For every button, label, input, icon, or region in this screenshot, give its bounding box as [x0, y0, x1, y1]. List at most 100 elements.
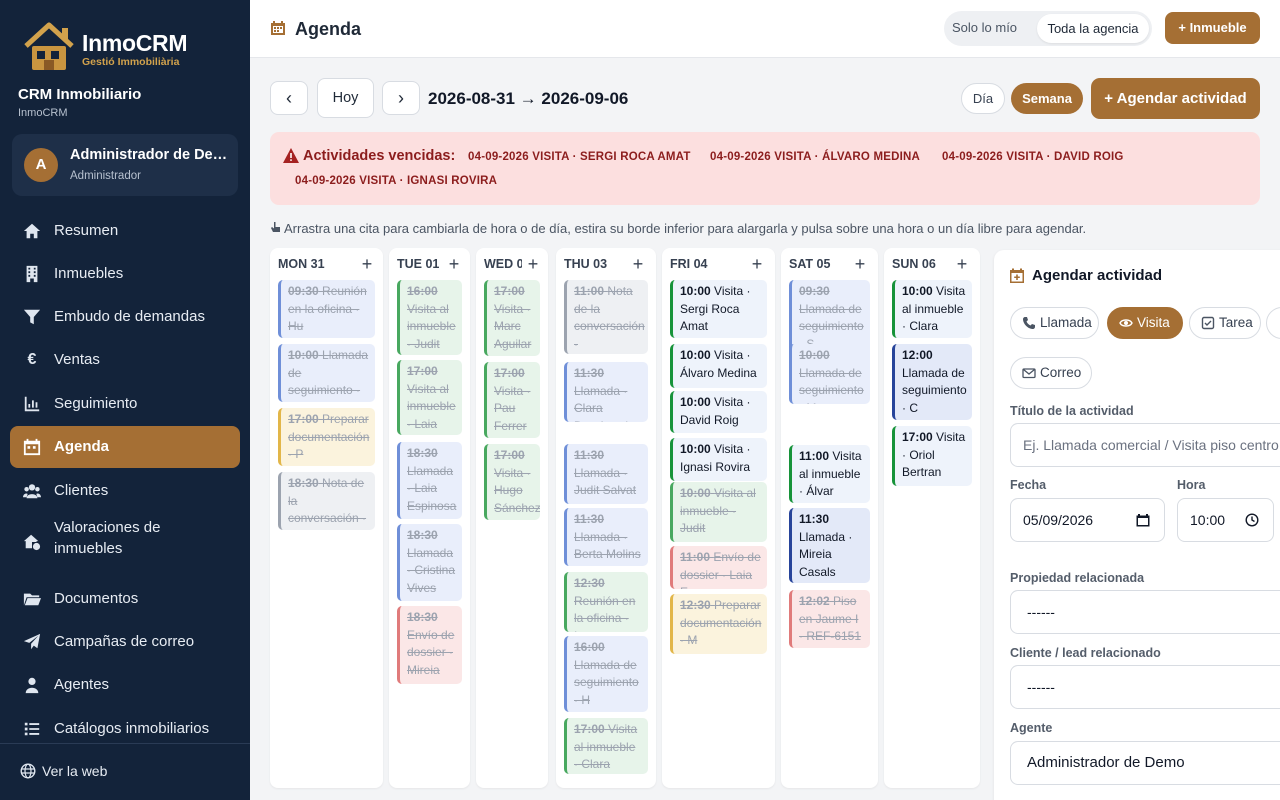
agent-label: Agente [1010, 721, 1053, 735]
sidebar-item-agenda[interactable]: Agenda [10, 426, 240, 468]
calendar-event[interactable]: 12:02 Piso en Jaume I · REF-6151 [789, 590, 870, 648]
calendar-event[interactable]: 10:00 Visita · Ignasi Rovira [670, 438, 767, 481]
type-correo-button[interactable]: Correo [1010, 357, 1092, 389]
activity-title-input[interactable]: Ej. Llamada comercial / Visita piso cent… [1010, 423, 1280, 467]
day-column[interactable]: THU 03 +11:00 Nota de la conversación · 11… [556, 248, 656, 788]
today-button[interactable]: Hoy [317, 78, 374, 118]
event-time: 10:00 [288, 348, 319, 362]
property-select[interactable]: ------ [1010, 590, 1280, 634]
calendar-event[interactable]: 10:00 Llamada de seguimiento · C [278, 344, 375, 402]
calendar-event[interactable]: 10:00 Visita · Sergi Roca Amat [670, 280, 767, 338]
calendar-event[interactable]: 12:30 Preparar documentación · M [670, 594, 767, 654]
calendar-event[interactable]: 10:00 Visita al inmueble · Clara [892, 280, 972, 338]
sidebar-item-clientes[interactable]: Clientes [10, 470, 240, 512]
calendar-event[interactable]: 12:00 Llamada de seguimiento · C [892, 344, 972, 420]
calendar-event[interactable]: 10:00 Visita · David Roig [670, 391, 767, 433]
user-card[interactable]: A Administrador de Demo Administrador [12, 134, 238, 196]
add-event-plus-icon[interactable]: + [953, 255, 971, 273]
type-llamada-button[interactable]: Llamada [1010, 307, 1099, 339]
calendar-event[interactable]: 09:30 Llamada de seguimiento · S [789, 280, 870, 354]
view-website-link[interactable]: Ver la web [0, 743, 250, 800]
client-select[interactable]: ------ [1010, 665, 1280, 709]
day-column[interactable]: WED 02+17:00 Visita · Marc Aguilar17:00 … [476, 248, 548, 788]
calendar-event[interactable]: 17:00 Visita al inmueble · Laia [397, 360, 462, 435]
sidebar-item-ventas[interactable]: € Ventas [10, 339, 240, 381]
overdue-item[interactable]: 04-09-2026 VISITA · DAVID ROIG [942, 151, 1124, 163]
sidebar-item-embudo[interactable]: Embudo de demandas [10, 296, 240, 338]
schedule-activity-button[interactable]: + Agendar actividad [1091, 78, 1260, 119]
date-label: Fecha [1010, 478, 1047, 492]
day-column[interactable]: MON 31 +09:30 Reunión en la oficina · Hu 1… [270, 248, 383, 788]
day-column[interactable]: FRI 04 +10:00 Visita · Sergi Roca Amat 10:… [662, 248, 775, 788]
event-text: Llamada · Clara Domènech [574, 383, 632, 423]
overdue-item[interactable]: 04-09-2026 VISITA · SERGI ROCA AMAT [468, 151, 691, 163]
next-week-button[interactable]: › [382, 81, 420, 115]
calendar-event[interactable]: 11:00 Nota de la conversación · [564, 280, 648, 354]
sidebar-item-label: Valoraciones de inmuebles [54, 519, 161, 557]
calendar-event[interactable]: 10:00 Llamada de seguimiento · M [789, 344, 870, 404]
sidebar-item-campanas[interactable]: Campañas de correo [10, 621, 240, 663]
calendar-event[interactable]: 11:00 Visita al inmueble · Álvar [789, 445, 870, 503]
calendar-event[interactable]: 18:30 Nota de la conversación · [278, 472, 375, 530]
scope-mine-option[interactable]: Solo lo mío [952, 20, 1017, 35]
day-column[interactable]: SAT 05+09:30 Llamada de seguimiento · S1… [781, 248, 878, 788]
add-event-plus-icon[interactable]: + [358, 255, 376, 273]
date-input[interactable]: 05/09/2026 [1010, 498, 1165, 542]
sidebar-item-agentes[interactable]: Agentes [10, 664, 240, 706]
overdue-item[interactable]: 04-09-2026 VISITA · ÁLVARO MEDINA [710, 151, 920, 163]
calendar-event[interactable]: 17:00 Visita · Hugo Sánchez [484, 444, 540, 520]
org-name: CRM Inmobiliario [18, 86, 142, 103]
calendar-event[interactable]: 17:00 Preparar documentación · P [278, 408, 375, 466]
agent-select[interactable]: Administrador de Demo [1010, 741, 1280, 785]
sidebar-item-seguimiento[interactable]: Seguimiento [10, 383, 240, 425]
calendar-event[interactable]: 11:30 Llamada · Berta Molins [564, 508, 648, 566]
event-time: 17:00 [494, 284, 525, 298]
calendar-event[interactable]: 17:00 Visita al inmueble · Clara [564, 718, 648, 774]
overdue-item[interactable]: 04-09-2026 VISITA · IGNASI ROVIRA [295, 175, 497, 187]
sidebar-item-resumen[interactable]: Resumen [10, 210, 240, 252]
calendar-event[interactable]: 11:00 Envío de dossier · Laia Es [670, 546, 767, 589]
day-column[interactable]: TUE 01 +16:00 Visita al inmueble · Judit 1… [389, 248, 470, 788]
calendar-event[interactable]: 11:30 Llamada · Clara Domènech [564, 362, 648, 422]
calendar-event[interactable]: 10:00 Visita al inmueble · Judit [670, 482, 767, 542]
calendar-event[interactable]: 17:00 Visita · Oriol Bertran [892, 426, 972, 486]
calendar-event[interactable]: 11:30 Llamada · Mireia Casals [789, 508, 870, 583]
calendar-event[interactable]: 18:30 Envío de dossier · Mireia [397, 606, 462, 684]
calendar-event[interactable]: 09:30 Reunión en la oficina · Hu [278, 280, 375, 338]
calendar-event[interactable]: 16:00 Llamada de seguimiento · H [564, 636, 648, 712]
add-event-plus-icon[interactable]: + [748, 255, 766, 273]
view-day-button[interactable]: Día [961, 83, 1005, 114]
scope-all-option[interactable]: Toda la agencia [1037, 14, 1149, 43]
calendar-event[interactable]: 11:30 Llamada · Judit Salvat [564, 444, 648, 504]
day-column[interactable]: SUN 06 +10:00 Visita al inmueble · Clara 1… [884, 248, 980, 788]
add-event-plus-icon[interactable]: + [629, 255, 647, 273]
property-label: Propiedad relacionada [1010, 571, 1145, 585]
clock-icon[interactable] [1245, 513, 1259, 527]
day-header: MON 31 [278, 257, 325, 271]
type-more-button[interactable] [1266, 307, 1280, 339]
calendar-event[interactable]: 16:00 Visita al inmueble · Judit [397, 280, 462, 355]
type-visita-button[interactable]: Visita [1107, 307, 1183, 339]
calendar-event[interactable]: 18:30 Llamada · Laia Espinosa [397, 442, 462, 519]
view-week-button[interactable]: Semana [1011, 83, 1083, 114]
event-time: 11:30 [574, 366, 605, 380]
calendar-event[interactable]: 17:00 Visita · Pau Ferrer [484, 362, 540, 438]
add-event-plus-icon[interactable]: + [524, 255, 542, 273]
sidebar-item-documentos[interactable]: Documentos [10, 578, 240, 620]
calendar-icon[interactable] [1136, 513, 1150, 527]
prev-week-button[interactable]: ‹ [270, 81, 308, 115]
type-tarea-button[interactable]: Tarea [1189, 307, 1261, 339]
calendar-event[interactable]: 18:30 Llamada · Cristina Vives [397, 524, 462, 601]
add-event-plus-icon[interactable]: + [445, 255, 463, 273]
add-property-button[interactable]: + Inmueble [1165, 12, 1260, 44]
calendar-event[interactable]: 12:30 Reunión en la oficina · Ig [564, 572, 648, 632]
brand-logo[interactable]: InmoCRM Gestió Immobiliària [20, 18, 200, 72]
calendar-event[interactable]: 10:00 Visita · Álvaro Medina [670, 344, 767, 388]
event-time: 18:30 [407, 528, 438, 542]
calendar-event[interactable]: 17:00 Visita · Marc Aguilar [484, 280, 540, 356]
time-input[interactable]: 10:00 [1177, 498, 1274, 542]
add-event-plus-icon[interactable]: + [851, 255, 869, 273]
sidebar-item-inmuebles[interactable]: Inmuebles [10, 253, 240, 295]
sidebar-item-valoraciones[interactable]: Valoraciones de inmuebles [10, 513, 240, 569]
logo-house-icon [24, 22, 74, 70]
